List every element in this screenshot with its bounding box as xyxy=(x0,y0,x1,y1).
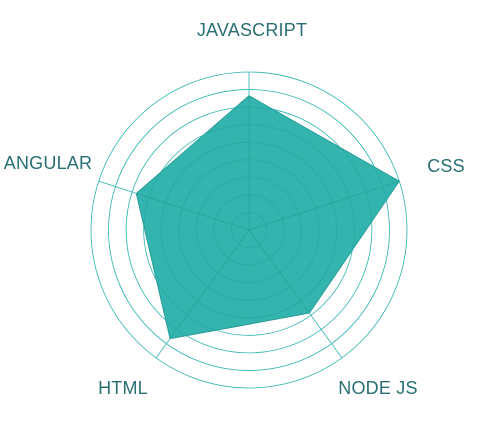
category-label-node-js: NODE JS xyxy=(338,378,417,398)
radar-chart: JAVASCRIPT CSS NODE JS HTML ANGULAR xyxy=(0,0,500,438)
category-label-javascript: JAVASCRIPT xyxy=(197,20,307,40)
category-label-angular: ANGULAR xyxy=(4,153,92,173)
category-label-html: HTML xyxy=(98,378,148,398)
series-layer xyxy=(135,95,400,340)
radar-chart-svg: JAVASCRIPT CSS NODE JS HTML ANGULAR xyxy=(4,20,465,398)
category-label-css: CSS xyxy=(427,156,465,176)
series-area xyxy=(135,95,400,340)
